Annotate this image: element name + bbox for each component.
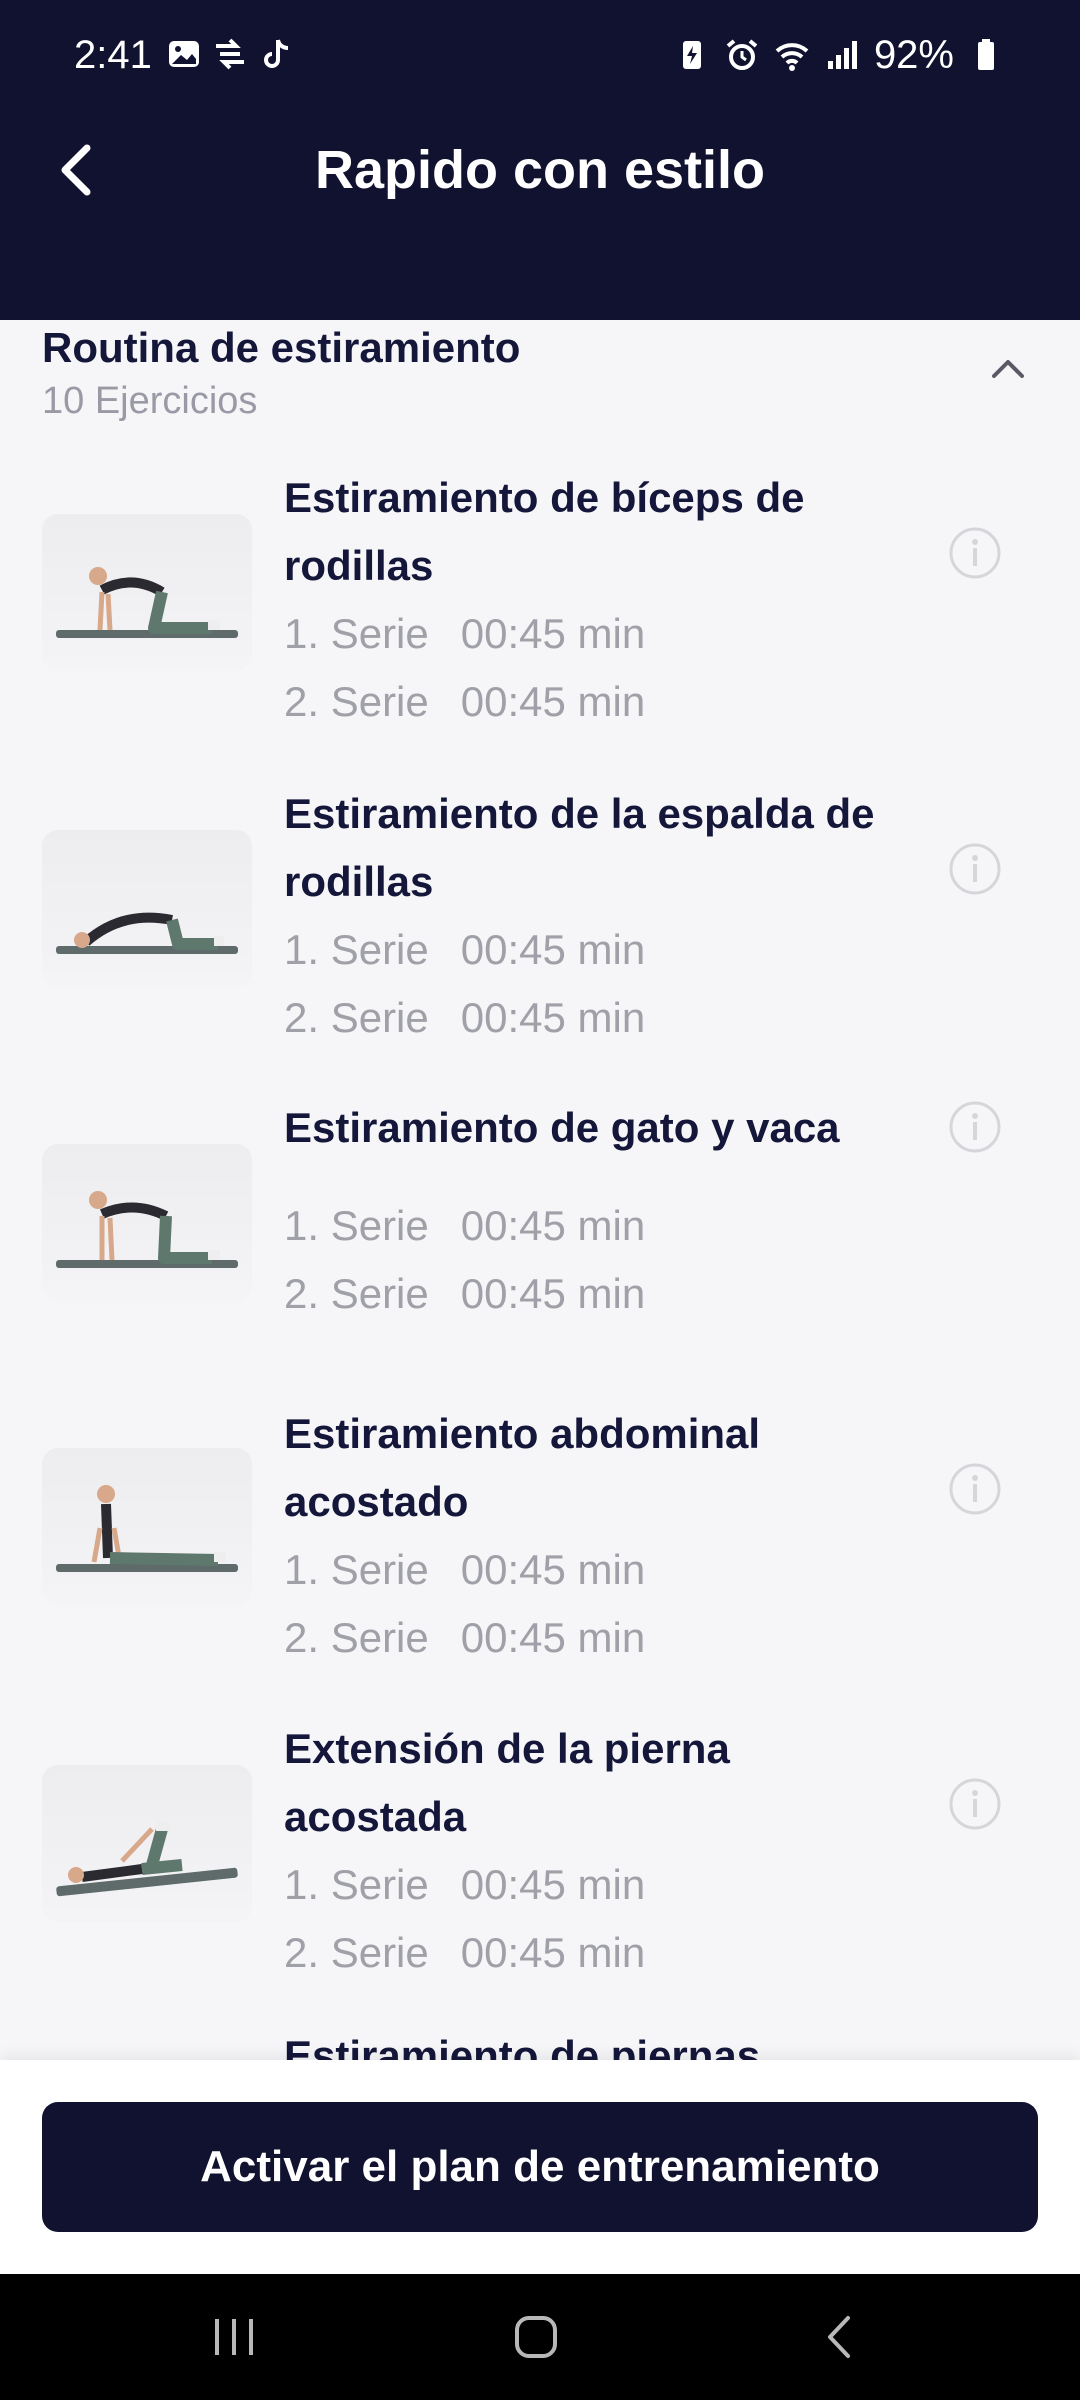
exercise-thumbnail xyxy=(42,1765,252,1922)
exercise-figure-icon xyxy=(56,1821,238,1897)
exercise-figure-icon xyxy=(56,912,238,954)
collapse-button[interactable] xyxy=(978,338,1038,398)
section-title: Routina de estiramiento xyxy=(42,324,521,371)
exercise-list-container[interactable]: Routina de estiramiento 10 Ejercicios Es… xyxy=(0,320,1080,2060)
battery-saver-icon xyxy=(682,41,701,69)
exercise-thumbnail xyxy=(42,1448,252,1605)
serie-row: 1. Serie 00:45 min xyxy=(284,1851,645,1919)
footer: Activar el plan de entrenamiento xyxy=(0,2060,1080,2274)
serie-label: 1. Serie xyxy=(284,1546,429,1593)
serie-row: 2. Serie 00:45 min xyxy=(284,668,645,736)
serie-time: 00:45 min xyxy=(460,1929,646,1976)
home-button[interactable] xyxy=(496,2304,576,2370)
serie-time: 00:45 min xyxy=(460,1614,646,1661)
serie-label: 2. Serie xyxy=(284,678,429,725)
serie-time: 00:45 min xyxy=(460,678,646,725)
exercise-figure-icon xyxy=(56,1485,238,1572)
home-icon xyxy=(515,2316,557,2358)
info-icon[interactable] xyxy=(948,1100,1002,1154)
system-icons: 92% xyxy=(674,32,1004,78)
wifi-icon xyxy=(775,43,809,71)
activate-plan-button[interactable]: Activar el plan de entrenamiento xyxy=(42,2102,1038,2232)
serie-time: 00:45 min xyxy=(460,1546,646,1593)
serie-row: 2. Serie 00:45 min xyxy=(284,1260,645,1328)
exercise-item[interactable]: Estiramiento de piernas xyxy=(42,2028,1038,2060)
serie-label: 1. Serie xyxy=(284,1861,429,1908)
serie-time: 00:45 min xyxy=(460,994,646,1041)
status-bar: 2:41 92% xyxy=(0,0,1080,88)
recent-apps-button[interactable] xyxy=(194,2304,274,2370)
battery-icon xyxy=(978,39,994,70)
exercise-item[interactable]: Estiramiento abdominal acostado 1. Serie… xyxy=(42,1406,1038,1706)
serie-row: 2. Serie 00:45 min xyxy=(284,1604,645,1672)
battery-percent: 92% xyxy=(873,33,954,77)
exercise-item[interactable]: Estiramiento de gato y vaca 1. Serie 00:4… xyxy=(42,1100,1038,1402)
serie-row: 2. Serie 00:45 min xyxy=(284,1919,645,1987)
app-header: Rapido con estilo xyxy=(0,88,1080,320)
exercise-name-line: rodillas xyxy=(284,542,434,589)
system-back-button[interactable] xyxy=(800,2304,880,2370)
chevron-up-icon xyxy=(992,360,1024,378)
navigation-bar xyxy=(0,2274,1080,2400)
serie-time: 00:45 min xyxy=(460,610,646,657)
exercise-thumbnail xyxy=(42,830,252,987)
gallery-icon xyxy=(169,41,199,67)
serie-row: 1. Serie 00:45 min xyxy=(284,916,645,984)
serie-row: 1. Serie 00:45 min xyxy=(284,1192,645,1260)
status-time: 2:41 xyxy=(74,33,152,77)
serie-row: 1. Serie 00:45 min xyxy=(284,1536,645,1604)
alarm-icon xyxy=(726,39,758,70)
info-icon[interactable] xyxy=(948,1462,1002,1516)
serie-row: 2. Serie 00:45 min xyxy=(284,984,645,1052)
exercise-thumbnail xyxy=(42,1144,252,1301)
serie-label: 2. Serie xyxy=(284,994,429,1041)
recent-apps-icon xyxy=(215,2319,253,2355)
info-icon[interactable] xyxy=(948,842,1002,896)
exercise-name-line: Estiramiento de piernas xyxy=(284,2032,761,2060)
serie-label: 1. Serie xyxy=(284,1202,429,1249)
exercise-item[interactable]: Estiramiento de la espalda de rodillas 1… xyxy=(42,786,1038,1086)
serie-label: 1. Serie xyxy=(284,926,429,973)
back-icon xyxy=(828,2316,850,2358)
serie-time: 00:45 min xyxy=(460,1202,646,1249)
exercise-name-line: Extensión de la pierna xyxy=(284,1725,730,1772)
section-header[interactable]: Routina de estiramiento 10 Ejercicios xyxy=(42,320,1038,430)
exercise-name-line: acostado xyxy=(284,1478,469,1525)
exercise-name-line: acostada xyxy=(284,1793,467,1840)
exercise-name-line: Estiramiento de gato y vaca xyxy=(284,1104,840,1151)
exercise-thumbnail xyxy=(42,514,252,671)
exercise-count: 10 Ejercicios xyxy=(42,380,258,422)
tiktok-icon xyxy=(264,39,289,68)
serie-label: 2. Serie xyxy=(284,1270,429,1317)
exercise-name-line: Estiramiento de bíceps de xyxy=(284,474,805,521)
exercise-figure-icon xyxy=(56,1191,238,1268)
page-title: Rapido con estilo xyxy=(314,140,766,200)
serie-row: 1. Serie 00:45 min xyxy=(284,600,645,668)
notification-icons xyxy=(166,36,294,72)
signal-icon xyxy=(827,41,857,69)
serie-label: 1. Serie xyxy=(284,610,429,657)
exercise-figure-icon xyxy=(56,567,238,638)
serie-time: 00:45 min xyxy=(460,1861,646,1908)
exercise-name-line: Estiramiento de la espalda de xyxy=(284,790,875,837)
serie-time: 00:45 min xyxy=(460,926,646,973)
exercise-item[interactable]: Extensión de la pierna acostada 1. Serie… xyxy=(42,1721,1038,2021)
transfer-icon xyxy=(216,38,244,70)
serie-time: 00:45 min xyxy=(460,1270,646,1317)
exercise-item[interactable]: Estiramiento de bíceps de rodillas 1. Se… xyxy=(42,470,1038,770)
serie-label: 2. Serie xyxy=(284,1929,429,1976)
exercise-name-line: rodillas xyxy=(284,858,434,905)
info-icon[interactable] xyxy=(948,526,1002,580)
serie-label: 2. Serie xyxy=(284,1614,429,1661)
exercise-name-line: Estiramiento abdominal xyxy=(284,1410,761,1457)
info-icon[interactable] xyxy=(948,1777,1002,1831)
